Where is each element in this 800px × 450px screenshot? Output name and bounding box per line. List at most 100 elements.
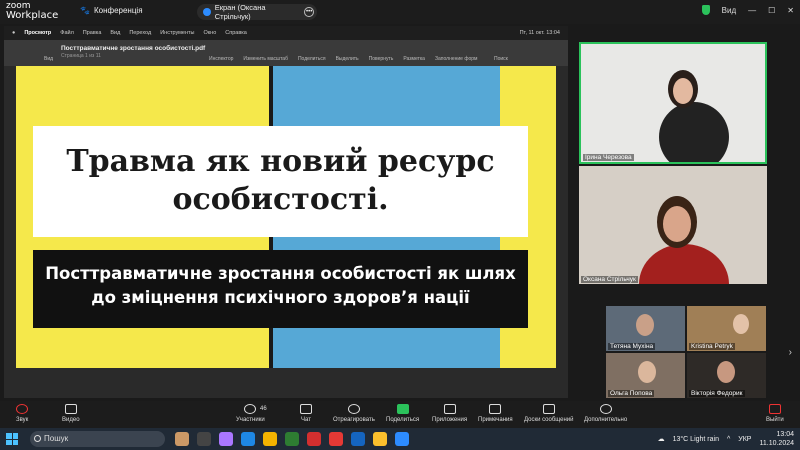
person-face (638, 361, 656, 383)
paw-icon: 🐾 (80, 6, 90, 15)
file-explorer-icon[interactable] (263, 432, 277, 446)
mac-app-menu[interactable]: Просмотр (24, 30, 51, 36)
mac-menu-go[interactable]: Переход (129, 30, 151, 36)
tool-markup[interactable]: Разметка (403, 56, 425, 62)
person-body (639, 244, 729, 284)
more-button[interactable]: Дополнительно (584, 404, 627, 423)
edge-icon[interactable] (241, 432, 255, 446)
weather-label[interactable]: 13°C Light rain (673, 436, 719, 443)
react-button[interactable]: Отреагировать (333, 404, 375, 423)
mac-menu-view[interactable]: Вид (110, 30, 120, 36)
mac-menu-bar: ● Просмотр Файл Правка Вид Переход Инстр… (4, 26, 568, 40)
tray-arrow-icon[interactable]: ^ (727, 436, 730, 443)
tool-rotate[interactable]: Повернуть (369, 56, 394, 62)
slide-title-box: Травма як новий ресурс особистості. (33, 126, 528, 237)
maximize-icon[interactable]: ☐ (768, 6, 775, 15)
store-icon[interactable] (285, 432, 299, 446)
mic-muted-icon (16, 404, 29, 414)
pdf-view-button[interactable]: Вид (44, 56, 53, 62)
taskbar-apps (175, 432, 409, 446)
task-view-icon[interactable] (197, 432, 211, 446)
chrome-icon[interactable] (373, 432, 387, 446)
minimize-icon[interactable]: — (748, 6, 756, 15)
person-face (636, 314, 654, 336)
participant-video-2[interactable]: Оксана Стрільчук (579, 166, 767, 284)
participant-name: Kristina Petryk (689, 343, 735, 350)
mac-menu-file[interactable]: Файл (60, 30, 74, 36)
whiteboards-label: Доски сообщений (524, 417, 574, 423)
logo-line2: Workplace (6, 10, 59, 21)
clock[interactable]: 13:04 11.10.2024 (759, 430, 794, 448)
leave-button[interactable]: Выйти (766, 404, 784, 423)
security-shield-icon[interactable] (701, 5, 710, 15)
participant-tile[interactable]: Вікторія Федорик (687, 353, 766, 398)
windows-start-icon[interactable] (6, 433, 18, 445)
zoom-logo: zoom Workplace (6, 2, 59, 21)
chat-button[interactable]: Чат (300, 404, 312, 423)
tool-inspector[interactable]: Инспектор (209, 56, 233, 62)
pdf-toolbar: Вид Посттравматичне зростання особистост… (4, 40, 568, 66)
weather-icon: ☁ (657, 436, 665, 443)
pdf-tools: Инспектор Изменить масштаб Поделиться Вы… (209, 56, 477, 62)
camera-icon (64, 404, 77, 414)
mac-menu-edit[interactable]: Правка (83, 30, 102, 36)
mac-menu-tools[interactable]: Инструменты (160, 30, 194, 36)
participants-icon (244, 404, 257, 414)
pdf-page-info: Страница 1 из 11 (61, 53, 101, 59)
more-options-icon[interactable]: ••• (304, 7, 315, 17)
chat-label: Чат (301, 417, 311, 423)
share-screen-icon (396, 404, 409, 414)
slide-title-line2: особистості. (172, 182, 389, 217)
participant-name: Тетяна Мухіна (608, 343, 656, 350)
powerpoint-icon[interactable] (329, 432, 343, 446)
next-page-arrow-icon[interactable]: › (789, 347, 792, 358)
mac-menu-help[interactable]: Справка (225, 30, 247, 36)
meeting-info[interactable]: 🐾 Конференція (80, 6, 143, 15)
participants-count: 46 (260, 406, 267, 412)
slide-subtitle-line1: Посттравматичне зростання особистості як… (45, 264, 516, 283)
person-body (659, 102, 729, 162)
slide-title: Травма як новий ресурс особистості. (33, 143, 528, 219)
participant-video-1[interactable]: Ірина Черезова (579, 42, 767, 164)
person-face (717, 361, 735, 383)
app-icon[interactable] (307, 432, 321, 446)
participant-name: Вікторія Федорик (689, 390, 745, 397)
whiteboards-button[interactable]: Доски сообщений (524, 404, 574, 423)
leave-icon (768, 404, 781, 414)
app-icon[interactable] (175, 432, 189, 446)
meeting-toolbar: Звук Видео Участники 46 Чат Отреагироват… (0, 401, 800, 428)
participant-name: Ольга Попова (608, 390, 655, 397)
windows-taskbar: Пошук ☁ 13°C Light rain ^ УКР 13:04 11.1… (0, 428, 800, 450)
person-face (663, 206, 691, 242)
more-label: Дополнительно (584, 417, 628, 423)
tool-zoom[interactable]: Изменить масштаб (243, 56, 288, 62)
top-right-controls: Вид — ☐ ✕ (701, 5, 794, 15)
participant-tile[interactable]: Ольга Попова (606, 353, 685, 398)
notes-button[interactable]: Примечания (478, 404, 513, 423)
zoom-icon[interactable] (395, 432, 409, 446)
slide-title-line1: Травма як новий ресурс (66, 144, 495, 179)
video-button[interactable]: Видео (62, 404, 80, 423)
clock-date: 11.10.2024 (759, 440, 794, 447)
apps-button[interactable]: Приложения (432, 404, 467, 423)
share-button[interactable]: Поделиться (386, 404, 419, 423)
tool-fill-forms[interactable]: Заполнение форм (435, 56, 477, 62)
participant-tile[interactable]: Тетяна Мухіна (606, 306, 685, 351)
taskbar-search[interactable]: Пошук (30, 431, 165, 447)
language-indicator[interactable]: УКР (738, 436, 751, 443)
pdf-search[interactable]: Поиск (494, 56, 508, 62)
tool-highlight[interactable]: Выделить (336, 56, 359, 62)
word-icon[interactable] (351, 432, 365, 446)
screen-share-pill[interactable]: Екран (Оксана Стрільчук) ••• (197, 3, 317, 21)
participant-name: Ірина Черезова (583, 154, 634, 161)
view-button[interactable]: Вид (722, 6, 736, 15)
chat-icon (300, 404, 312, 414)
mac-menu-window[interactable]: Окно (204, 30, 217, 36)
audio-button[interactable]: Звук (16, 404, 28, 423)
apple-icon[interactable]: ● (12, 30, 15, 36)
copilot-icon[interactable] (219, 432, 233, 446)
tool-share[interactable]: Поделиться (298, 56, 326, 62)
participant-tile[interactable]: Kristina Petryk (687, 306, 766, 351)
close-icon[interactable]: ✕ (787, 6, 794, 15)
apps-icon (443, 404, 456, 414)
